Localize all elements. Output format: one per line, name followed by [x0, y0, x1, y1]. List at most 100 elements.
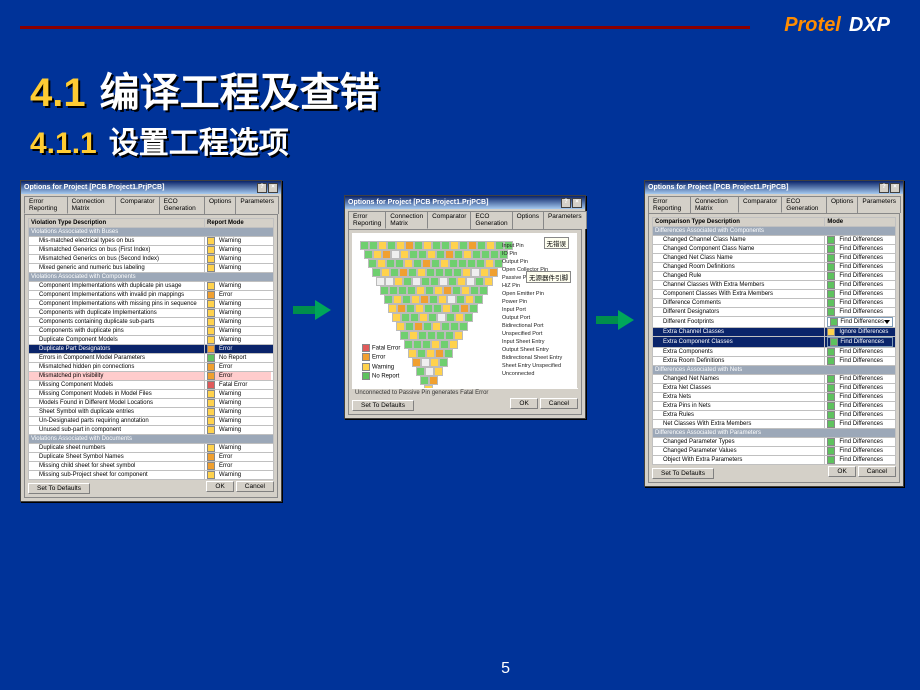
grid-row[interactable]: Changed Parameter TypesFind Differences — [653, 438, 896, 447]
matrix-cell[interactable] — [423, 322, 432, 331]
matrix-cell[interactable] — [411, 295, 420, 304]
tab-options[interactable]: Options — [204, 196, 236, 214]
matrix-cell[interactable] — [413, 340, 422, 349]
matrix-cell[interactable] — [393, 295, 402, 304]
matrix-cell[interactable] — [420, 295, 429, 304]
connection-matrix[interactable]: Input PinIO PinOutput PinOpen Collector … — [352, 233, 577, 388]
grid-row[interactable]: Component Implementations with invalid p… — [29, 291, 274, 300]
matrix-cell[interactable] — [401, 313, 410, 322]
grid-row[interactable]: Extra Pins in NetsFind Differences — [653, 402, 896, 411]
matrix-cell[interactable] — [385, 277, 394, 286]
matrix-cell[interactable] — [466, 277, 475, 286]
ok-button[interactable]: OK — [206, 481, 233, 492]
matrix-cell[interactable] — [417, 349, 426, 358]
matrix-cell[interactable] — [436, 331, 445, 340]
matrix-cell[interactable] — [394, 277, 403, 286]
ok-button[interactable]: OK — [510, 398, 537, 409]
matrix-cell[interactable] — [432, 241, 441, 250]
matrix-cell[interactable] — [397, 304, 406, 313]
matrix-cell[interactable] — [441, 241, 450, 250]
tab-comparator[interactable]: Comparator — [738, 196, 782, 213]
tab-error-reporting[interactable]: Error Reporting — [24, 196, 68, 214]
matrix-cell[interactable] — [434, 367, 443, 376]
matrix-cell[interactable] — [415, 304, 424, 313]
set-defaults-button[interactable]: Set To Defaults — [28, 483, 90, 494]
grid-row[interactable]: Components containing duplicate sub-part… — [29, 318, 274, 327]
matrix-cell[interactable] — [400, 331, 409, 340]
matrix-cell[interactable] — [387, 241, 396, 250]
grid-row[interactable]: Difference CommentsFind Differences — [653, 299, 896, 308]
matrix-cell[interactable] — [474, 295, 483, 304]
matrix-cell[interactable] — [442, 304, 451, 313]
grid-row[interactable]: Unused sub-part in componentWarning — [29, 426, 274, 435]
matrix-cell[interactable] — [414, 241, 423, 250]
matrix-cell[interactable] — [440, 340, 449, 349]
matrix-cell[interactable] — [434, 286, 443, 295]
matrix-cell[interactable] — [435, 349, 444, 358]
matrix-cell[interactable] — [406, 304, 415, 313]
grid-row[interactable]: Extra Room DefinitionsFind Differences — [653, 357, 896, 366]
matrix-cell[interactable] — [407, 286, 416, 295]
matrix-cell[interactable] — [435, 268, 444, 277]
matrix-cell[interactable] — [430, 358, 439, 367]
tab-parameters[interactable]: Parameters — [543, 211, 587, 229]
matrix-cell[interactable] — [441, 322, 450, 331]
cancel-button[interactable]: Cancel — [540, 398, 578, 409]
matrix-cell[interactable] — [462, 268, 471, 277]
matrix-cell[interactable] — [458, 259, 467, 268]
matrix-cell[interactable] — [389, 286, 398, 295]
grid-row[interactable]: Mismatched Generics on bus (First Index)… — [29, 246, 274, 255]
grid-row[interactable]: Mismatched pin visibilityError — [29, 372, 274, 381]
matrix-cell[interactable] — [429, 376, 438, 385]
grid-row[interactable]: Missing Component Models in Model FilesW… — [29, 390, 274, 399]
grid-row[interactable]: Models Found in Different Model Location… — [29, 399, 274, 408]
grid-row[interactable]: Duplicate Component ModelsWarning — [29, 336, 274, 345]
matrix-cell[interactable] — [436, 250, 445, 259]
matrix-cell[interactable] — [360, 241, 369, 250]
grid-row[interactable]: Missing Component ModelsFatal Error — [29, 381, 274, 390]
matrix-cell[interactable] — [451, 304, 460, 313]
matrix-cell[interactable] — [400, 250, 409, 259]
grid-row[interactable]: Component Classes With Extra MembersFind… — [653, 290, 896, 299]
matrix-cell[interactable] — [372, 268, 381, 277]
matrix-cell[interactable] — [430, 277, 439, 286]
grid-row[interactable]: Extra NetsFind Differences — [653, 393, 896, 402]
grid-row[interactable]: Changed Room DefinitionsFind Differences — [653, 263, 896, 272]
matrix-cell[interactable] — [479, 286, 488, 295]
close-icon[interactable]: × — [572, 198, 582, 208]
matrix-cell[interactable] — [490, 250, 499, 259]
matrix-cell[interactable] — [382, 250, 391, 259]
help-icon[interactable]: ? — [879, 183, 889, 193]
matrix-cell[interactable] — [459, 241, 468, 250]
grid-row[interactable]: Different DesignatorsFind Differences — [653, 308, 896, 317]
grid-row[interactable]: Components with duplicate pinsWarning — [29, 327, 274, 336]
matrix-cell[interactable] — [450, 322, 459, 331]
matrix-cell[interactable] — [391, 250, 400, 259]
help-icon[interactable]: ? — [257, 183, 267, 193]
matrix-cell[interactable] — [418, 250, 427, 259]
matrix-cell[interactable] — [486, 241, 495, 250]
matrix-cell[interactable] — [489, 268, 498, 277]
tab-eco-generation[interactable]: ECO Generation — [470, 211, 512, 229]
grid-row[interactable]: Duplicate sheet numbersWarning — [29, 444, 274, 453]
grid-row[interactable]: Changed Net NamesFind Differences — [653, 375, 896, 384]
set-defaults-button[interactable]: Set To Defaults — [352, 400, 414, 411]
matrix-cell[interactable] — [404, 340, 413, 349]
matrix-cell[interactable] — [423, 241, 432, 250]
matrix-cell[interactable] — [459, 322, 468, 331]
matrix-cell[interactable] — [431, 340, 440, 349]
grid-row[interactable]: Mis-matched electrical types on busWarni… — [29, 237, 274, 246]
matrix-cell[interactable] — [404, 259, 413, 268]
matrix-cell[interactable] — [390, 268, 399, 277]
matrix-cell[interactable] — [477, 241, 486, 250]
matrix-cell[interactable] — [465, 295, 474, 304]
matrix-cell[interactable] — [412, 358, 421, 367]
tab-options[interactable]: Options — [826, 196, 858, 213]
matrix-cell[interactable] — [427, 250, 436, 259]
matrix-cell[interactable] — [429, 295, 438, 304]
comparator-grid[interactable]: Comparison Type DescriptionModeDifferenc… — [652, 217, 896, 465]
matrix-cell[interactable] — [368, 259, 377, 268]
matrix-cell[interactable] — [384, 295, 393, 304]
matrix-cell[interactable] — [433, 304, 442, 313]
help-icon[interactable]: ? — [561, 198, 571, 208]
